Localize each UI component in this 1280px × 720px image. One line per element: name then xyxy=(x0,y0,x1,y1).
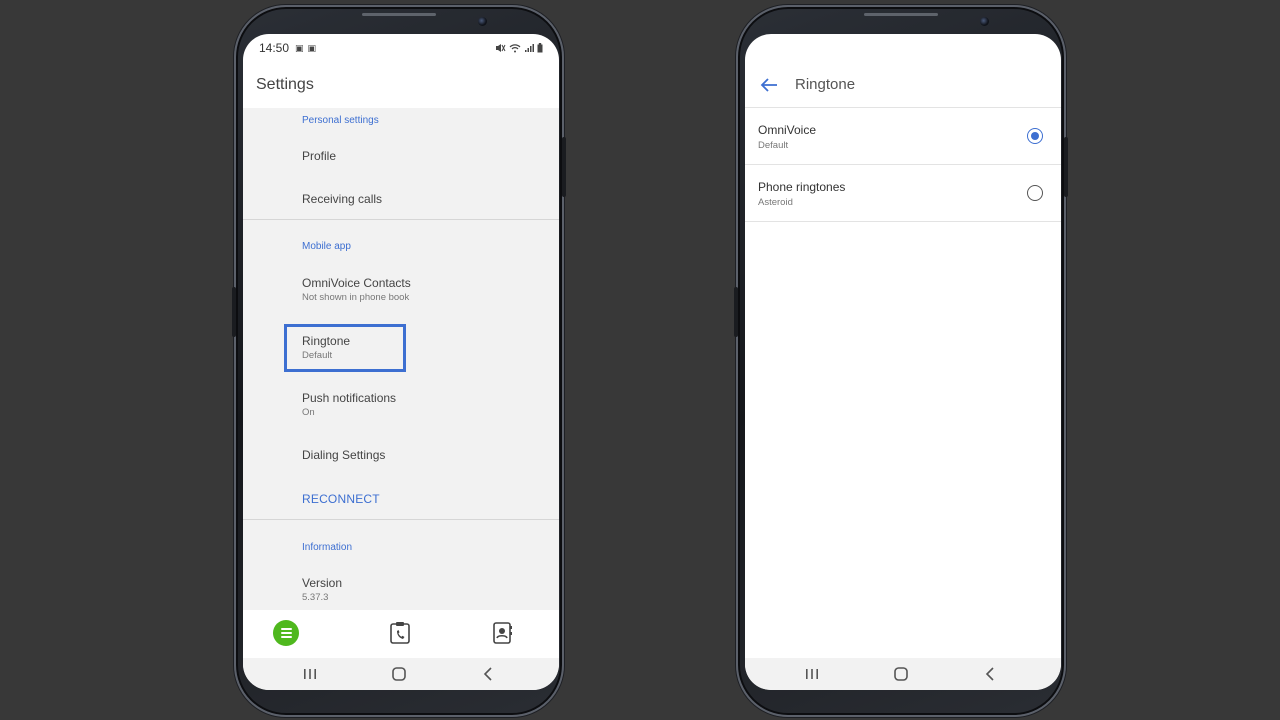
bottom-nav xyxy=(243,610,559,658)
notification-icon: ▣ xyxy=(307,42,317,53)
settings-item-dialing-settings[interactable]: Dialing Settings xyxy=(302,448,385,462)
power-button xyxy=(562,137,566,197)
item-title: Push notifications xyxy=(302,391,397,405)
home-button[interactable] xyxy=(392,666,406,682)
settings-list: Personal settings Profile Receiving call… xyxy=(243,108,559,610)
item-title: Receiving calls xyxy=(302,192,383,206)
item-subtitle: On xyxy=(302,407,315,418)
back-icon xyxy=(483,667,492,681)
arrow-left-icon xyxy=(760,77,777,92)
mute-icon xyxy=(496,44,506,52)
call-history-icon xyxy=(390,622,410,644)
radio-selected[interactable] xyxy=(1027,128,1043,144)
section-divider xyxy=(243,519,559,520)
status-time: 14:50 xyxy=(259,41,290,55)
system-nav-bar xyxy=(243,658,559,690)
item-title: Version xyxy=(302,576,343,590)
status-bar: 14:50 ▣ ▣ xyxy=(243,34,559,62)
volume-button xyxy=(734,287,738,337)
earpiece-speaker xyxy=(864,13,938,16)
menu-icon xyxy=(273,620,299,646)
system-nav-bar xyxy=(745,658,1061,690)
signal-icon xyxy=(525,44,534,52)
option-title: OmniVoice xyxy=(758,123,817,137)
left-screen: 14:50 ▣ ▣ Settings Personal settings Pro… xyxy=(243,34,559,690)
contacts-icon xyxy=(493,622,512,644)
voicemail-icon: ▣ xyxy=(295,42,304,53)
radio-unselected[interactable] xyxy=(1027,185,1043,201)
right-phone-frame: Ringtone OmniVoice Default Phone rington… xyxy=(734,5,1068,717)
volume-button xyxy=(232,287,236,337)
recent-apps-icon xyxy=(304,669,316,679)
back-button[interactable] xyxy=(483,666,493,682)
item-title: OmniVoice Contacts xyxy=(302,276,411,290)
nav-contacts-button[interactable] xyxy=(489,620,515,646)
back-icon xyxy=(985,667,994,681)
page-title: Ringtone xyxy=(795,76,856,93)
option-subtitle: Asteroid xyxy=(758,197,793,208)
nav-menu-button[interactable] xyxy=(273,620,299,646)
ringtone-option-omnivoice[interactable]: OmniVoice Default xyxy=(745,108,1061,165)
item-subtitle: 5.37.3 xyxy=(302,592,329,603)
section-header-personal: Personal settings xyxy=(302,115,379,126)
settings-item-push-notifications[interactable]: Push notifications On xyxy=(302,391,396,418)
power-button xyxy=(1064,137,1068,197)
ringtone-header: Ringtone xyxy=(745,62,1061,108)
recent-apps-button[interactable] xyxy=(805,666,819,682)
battery-icon xyxy=(537,43,543,53)
settings-item-profile[interactable]: Profile xyxy=(302,149,336,163)
home-icon xyxy=(894,667,908,681)
right-screen: Ringtone OmniVoice Default Phone rington… xyxy=(745,34,1061,690)
ringtone-highlight-box xyxy=(284,324,406,372)
recent-apps-icon xyxy=(806,669,818,679)
home-icon xyxy=(392,667,406,681)
reconnect-button[interactable]: RECONNECT xyxy=(302,492,380,506)
settings-item-receiving-calls[interactable]: Receiving calls xyxy=(302,192,382,206)
ringtone-option-phone-ringtones[interactable]: Phone ringtones Asteroid xyxy=(745,165,1061,222)
left-phone-frame: 14:50 ▣ ▣ Settings Personal settings Pro… xyxy=(232,5,566,717)
settings-item-omnivoice-contacts[interactable]: OmniVoice Contacts Not shown in phone bo… xyxy=(302,276,411,303)
back-button[interactable] xyxy=(985,666,995,682)
front-camera xyxy=(980,17,989,26)
section-divider xyxy=(243,219,559,220)
back-arrow-button[interactable] xyxy=(759,75,779,95)
earpiece-speaker xyxy=(362,13,436,16)
recent-apps-button[interactable] xyxy=(303,666,317,682)
item-title: Dialing Settings xyxy=(302,448,386,462)
section-header-information: Information xyxy=(302,542,353,553)
option-title: Phone ringtones xyxy=(758,180,846,194)
wifi-icon xyxy=(509,44,521,53)
page-title: Settings xyxy=(243,62,559,108)
item-title: Profile xyxy=(302,149,337,163)
item-subtitle: Not shown in phone book xyxy=(302,292,410,303)
front-camera xyxy=(478,17,487,26)
home-button[interactable] xyxy=(894,666,908,682)
option-subtitle: Default xyxy=(758,140,789,151)
section-header-mobile: Mobile app xyxy=(302,241,351,252)
settings-item-version: Version 5.37.3 xyxy=(302,576,342,603)
nav-call-history-button[interactable] xyxy=(387,620,413,646)
status-right-icons xyxy=(495,43,543,53)
